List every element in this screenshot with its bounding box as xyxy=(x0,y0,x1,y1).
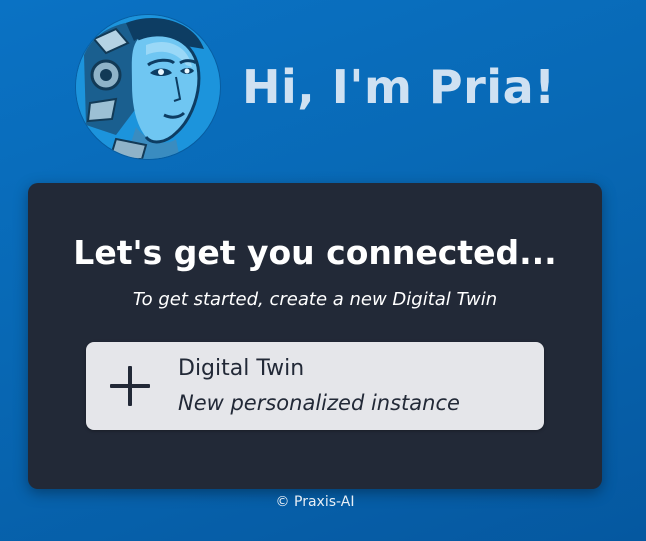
new-digital-twin-button[interactable]: Digital Twin New personalized instance xyxy=(86,342,544,430)
digital-twin-label: Digital Twin xyxy=(178,356,305,381)
robot-woman-portrait-icon xyxy=(76,15,220,159)
plus-icon xyxy=(108,364,152,408)
card-title: Let's get you connected... xyxy=(73,233,557,272)
digital-twin-description: New personalized instance xyxy=(178,391,460,415)
card-subtitle: To get started, create a new Digital Twi… xyxy=(132,289,498,310)
copyright-footer: © Praxis-AI xyxy=(275,494,355,510)
connect-card: Let's get you connected... To get starte… xyxy=(28,183,602,489)
greeting-title: Hi, I'm Pria! xyxy=(242,60,556,114)
avatar xyxy=(76,15,220,159)
header: Hi, I'm Pria! xyxy=(76,14,556,160)
